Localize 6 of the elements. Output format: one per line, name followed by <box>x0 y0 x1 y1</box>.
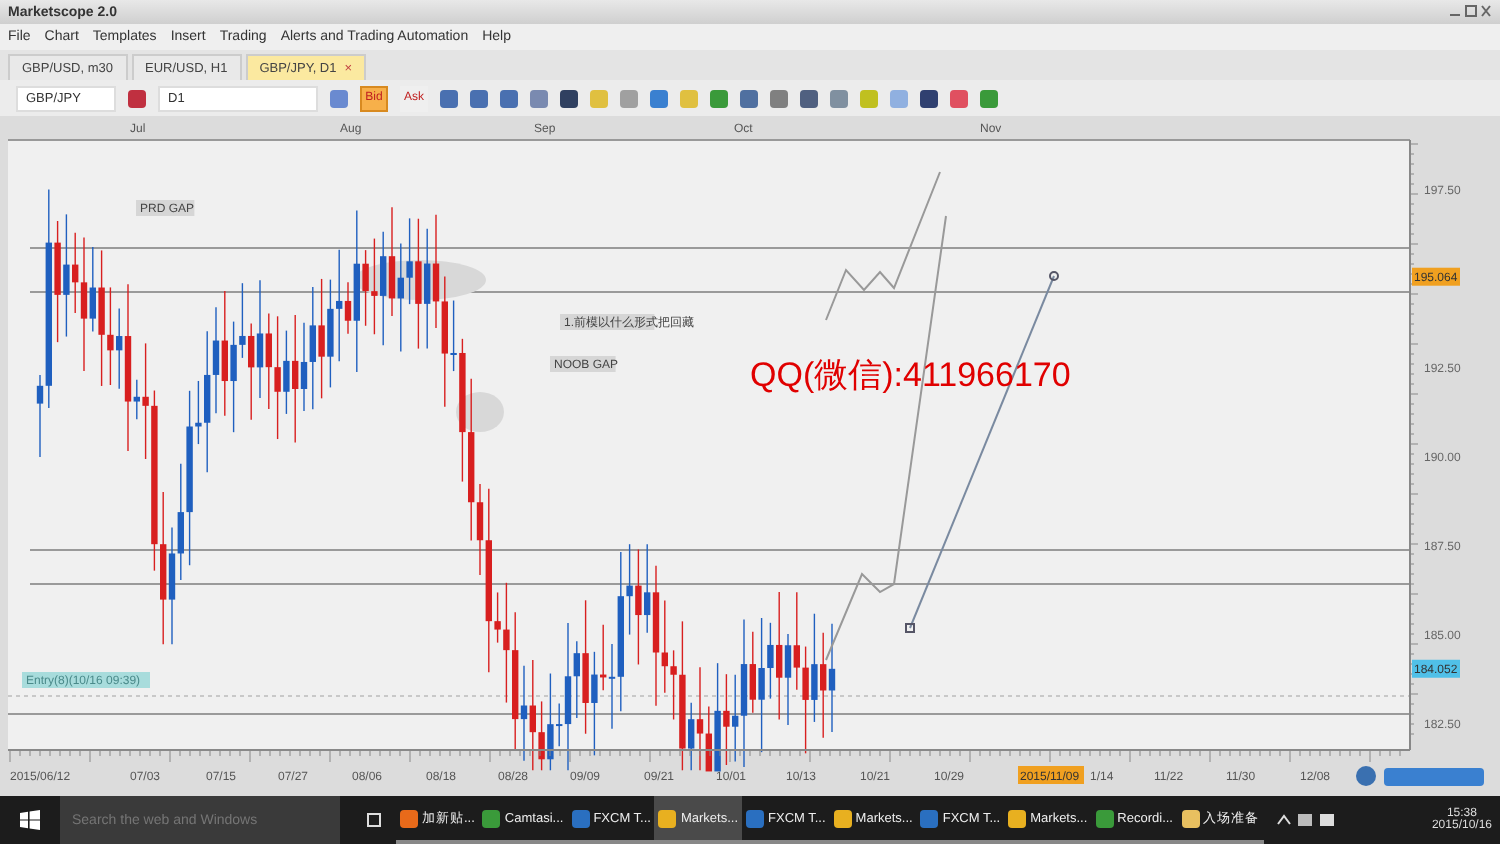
task-view-icon[interactable] <box>364 812 384 828</box>
ime-toolbar-icon[interactable] <box>1356 766 1484 786</box>
window-controls-icon[interactable] <box>1448 4 1492 20</box>
start-icon[interactable] <box>20 810 40 830</box>
tray-icon[interactable] <box>1275 812 1335 828</box>
overlay-text: QQ(微信):411966170 <box>750 356 1071 394</box>
